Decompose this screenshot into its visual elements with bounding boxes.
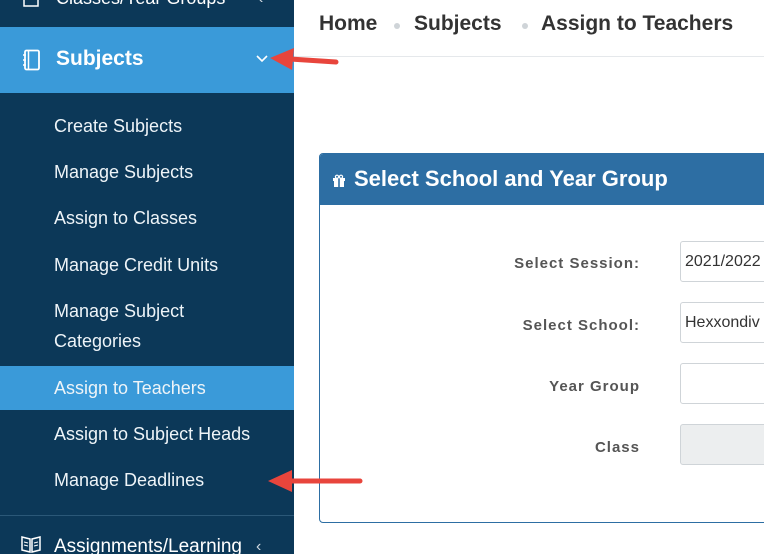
session-value: 2021/2022 [685, 253, 761, 270]
sidebar-subitem-label: Create Subjects [54, 116, 183, 136]
school-label: Select School: [522, 317, 640, 334]
panel-title: Select School and Year Group [354, 166, 668, 191]
sidebar-subitem-label: Assign to Teachers [54, 378, 206, 398]
sidebar-item-label: Assignments/Learning [54, 536, 242, 554]
book-icon [23, 49, 40, 71]
sidebar-subitem-manage-subjects[interactable]: Manage Subjects [0, 150, 294, 194]
sidebar-subitem-label: Manage Subject [54, 301, 185, 321]
sidebar-subitem-label: Manage Credit Units [54, 255, 219, 275]
open-book-icon [21, 536, 41, 553]
sidebar-item-subjects[interactable]: Subjects [0, 27, 294, 93]
class-select[interactable] [680, 424, 764, 465]
breadcrumb: Home Subjects Assign to Teachers [294, 0, 764, 57]
sidebar-subitem-label: Manage Subjects [54, 162, 194, 182]
breadcrumb-separator [394, 23, 400, 29]
session-select[interactable]: 2021/2022 [680, 241, 764, 282]
sidebar-subitem-label: Assign to Subject Heads [54, 424, 251, 444]
chevron-left-icon: ‹ [256, 538, 262, 554]
session-label: Select Session: [514, 255, 640, 272]
sidebar-subitem-manage-subject-categories[interactable]: Manage Subject Categories [0, 289, 294, 363]
sidebar-subitem-assign-to-teachers[interactable]: Assign to Teachers [0, 366, 294, 410]
breadcrumb-home[interactable]: Home [319, 12, 377, 36]
sidebar-subitem-manage-deadlines[interactable]: Manage Deadlines [0, 458, 294, 502]
year-group-label: Year Group [549, 378, 640, 395]
sidebar-subitem-label: Assign to Classes [54, 208, 198, 228]
sidebar-item-label: Subjects [56, 47, 144, 70]
sidebar-subitem-assign-to-classes[interactable]: Assign to Classes [0, 196, 294, 240]
breadcrumb-current: Assign to Teachers [541, 12, 734, 35]
sidebar-subitem-manage-credit-units[interactable]: Manage Credit Units [0, 243, 294, 287]
sidebar-subitem-label-line2: Categories [54, 331, 142, 351]
annotation-arrow-icon [268, 470, 363, 492]
class-label: Class [594, 439, 640, 456]
sidebar-subitem-create-subjects[interactable]: Create Subjects [0, 104, 294, 148]
select-school-panel: Select School and Year Group Select Sess… [319, 153, 764, 523]
chevron-left-icon: ‹ [258, 0, 263, 8]
breadcrumb-separator [522, 23, 528, 29]
sidebar-subitem-assign-to-subject-heads[interactable]: Assign to Subject Heads [0, 412, 294, 456]
sidebar-item-classes[interactable]: Classes/Year Groups ‹ [0, 0, 294, 20]
annotation-arrow-icon [270, 48, 339, 70]
sidebar-subitem-label: Manage Deadlines [54, 470, 205, 490]
users-icon [23, 0, 39, 7]
school-value: Hexxondiv [685, 314, 760, 331]
school-select[interactable]: Hexxondiv [680, 302, 764, 343]
breadcrumb-subjects[interactable]: Subjects [414, 12, 502, 36]
sidebar: Classes/Year Groups ‹ Subjects Create Su… [0, 0, 294, 554]
sidebar-item-label: Classes/Year Groups [56, 0, 225, 9]
year-group-select[interactable] [680, 363, 764, 404]
gift-icon [333, 174, 345, 187]
sidebar-item-assignments[interactable]: Assignments/Learning ‹ [0, 515, 294, 554]
panel-header: Select School and Year Group [320, 154, 764, 205]
